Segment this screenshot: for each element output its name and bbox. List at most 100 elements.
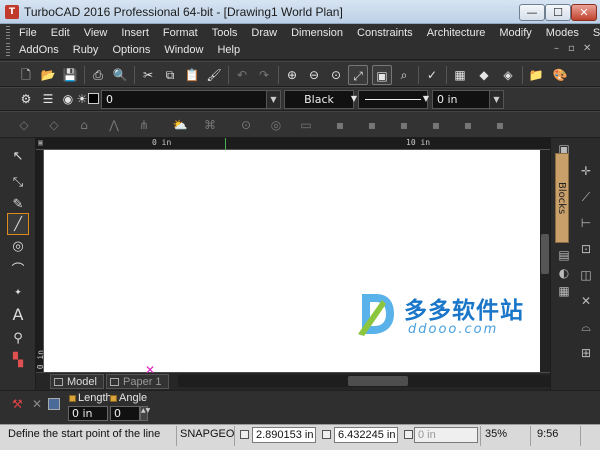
- length-input[interactable]: 0 in: [68, 406, 108, 421]
- select-arrow-icon[interactable]: ↖: [7, 146, 29, 168]
- save-icon[interactable]: 💾: [60, 65, 80, 85]
- calculator-icon[interactable]: ▦: [450, 65, 470, 85]
- mdi-close-button[interactable]: ✕: [583, 43, 591, 54]
- menu-edit[interactable]: Edit: [44, 25, 77, 41]
- maximize-button[interactable]: ☐: [545, 4, 571, 21]
- arc-icon[interactable]: ⌒: [7, 260, 29, 282]
- workplane-by-three-points-icon[interactable]: ⋀: [104, 115, 124, 135]
- blocks-panel-tab[interactable]: Blocks: [555, 153, 569, 243]
- z-coordinate-field[interactable]: 0 in: [414, 427, 478, 443]
- menu-addons[interactable]: AddOns: [12, 42, 66, 58]
- match-properties-icon[interactable]: 🖌: [204, 65, 224, 85]
- cube-iso-icon[interactable]: ▪: [490, 115, 510, 135]
- zoom-window-icon[interactable]: ⊙: [326, 65, 346, 85]
- menu-options[interactable]: Options: [105, 42, 157, 58]
- spell-check-icon[interactable]: ✓: [422, 65, 442, 85]
- cube-right-icon[interactable]: ▪: [362, 115, 382, 135]
- snap-intersection-icon[interactable]: ✕: [577, 292, 595, 310]
- crosshair-icon[interactable]: ✛: [577, 162, 595, 180]
- close-button[interactable]: ✕: [571, 4, 597, 21]
- line-tool-icon[interactable]: ⚒: [12, 397, 23, 411]
- compass-icon[interactable]: ⊙: [236, 115, 256, 135]
- geo-toggle[interactable]: GEO: [210, 428, 234, 440]
- zoom-page-icon[interactable]: ▣: [372, 65, 392, 85]
- palette-icon-c[interactable]: ▦: [555, 282, 573, 300]
- menu-file[interactable]: File: [12, 25, 44, 41]
- text-icon[interactable]: A: [7, 304, 29, 326]
- cube-front-icon[interactable]: ▭: [296, 115, 316, 135]
- menu-sdk[interactable]: SDK: [586, 25, 600, 41]
- mdi-restore-button[interactable]: ▫: [568, 43, 575, 54]
- tab-paper-1[interactable]: Paper 1: [106, 374, 169, 389]
- zoom-in-icon[interactable]: ⊕: [282, 65, 302, 85]
- layer-dropdown[interactable]: 0 ▼: [101, 90, 281, 109]
- new-file-icon[interactable]: 🗋: [16, 65, 36, 85]
- zoom-extents-icon[interactable]: ⤢: [348, 65, 368, 85]
- layer-color-swatch[interactable]: [88, 93, 99, 104]
- menu-view[interactable]: View: [77, 25, 115, 41]
- menu-ruby[interactable]: Ruby: [66, 42, 106, 58]
- menu-dimension[interactable]: Dimension: [284, 25, 350, 41]
- angle-spinner-icon[interactable]: ▲▼: [140, 406, 150, 421]
- vertical-scrollbar-thumb[interactable]: [541, 234, 549, 274]
- palette-icon-b[interactable]: ◐: [555, 264, 573, 282]
- paint-bucket-icon[interactable]: ⚲: [7, 328, 29, 350]
- thickness-dropdown[interactable]: 0 in ▼: [432, 90, 504, 109]
- menu-constraints[interactable]: Constraints: [350, 25, 420, 41]
- workplane-by-facet-icon[interactable]: ◇: [44, 115, 64, 135]
- render-icon[interactable]: ◆: [474, 65, 494, 85]
- palette-icon-a[interactable]: ▤: [555, 246, 573, 264]
- snap-grid-icon[interactable]: ⊞: [577, 344, 595, 362]
- horizontal-scrollbar-thumb[interactable]: [348, 376, 408, 386]
- print-preview-icon[interactable]: 🔍: [110, 65, 130, 85]
- undo-icon[interactable]: ↶: [232, 65, 252, 85]
- line-icon[interactable]: ╱: [7, 213, 29, 235]
- workplane-icon[interactable]: ◇: [14, 115, 34, 135]
- cube-bottom-icon[interactable]: ▪: [458, 115, 478, 135]
- gear-icon[interactable]: ⚙: [16, 89, 36, 109]
- redo-icon[interactable]: ↷: [254, 65, 274, 85]
- menu-modify[interactable]: Modify: [492, 25, 538, 41]
- snap-center-icon[interactable]: ⊡: [577, 240, 595, 258]
- snap-middle-icon[interactable]: ⊢: [577, 214, 595, 232]
- cancel-icon[interactable]: ✕: [32, 397, 42, 411]
- snap-vertex-icon[interactable]: ⟋: [577, 188, 595, 206]
- materials-icon[interactable]: ◈: [498, 65, 518, 85]
- menu-tools[interactable]: Tools: [205, 25, 245, 41]
- cut-icon[interactable]: ✂: [138, 65, 158, 85]
- app-icon[interactable]: T: [5, 5, 19, 19]
- drawing-canvas[interactable]: [44, 150, 540, 372]
- y-coordinate-field[interactable]: 6.432245 in: [334, 427, 398, 443]
- cube-top-icon[interactable]: ▪: [330, 115, 350, 135]
- menu-window[interactable]: Window: [157, 42, 210, 58]
- menu-architecture[interactable]: Architecture: [420, 25, 493, 41]
- menu-format[interactable]: Format: [156, 25, 205, 41]
- minimize-button[interactable]: —: [519, 4, 545, 21]
- menu-help[interactable]: Help: [210, 42, 247, 58]
- grip-icon[interactable]: [6, 26, 10, 40]
- menu-draw[interactable]: Draw: [244, 25, 284, 41]
- snap-quadrant-icon[interactable]: ◫: [577, 266, 595, 284]
- circle-icon[interactable]: ◎: [7, 236, 29, 258]
- zoom-out-icon[interactable]: ⊖: [304, 65, 324, 85]
- design-director-icon[interactable]: 📁: [526, 65, 546, 85]
- edit-tool-icon[interactable]: ⤡: [7, 172, 29, 194]
- paste-icon[interactable]: 📋: [182, 65, 202, 85]
- open-folder-icon[interactable]: 📂: [38, 65, 58, 85]
- cube-left-icon[interactable]: ▪: [394, 115, 414, 135]
- layers-icon[interactable]: ☰: [38, 89, 58, 109]
- workplane-by-view-icon[interactable]: ⋔: [134, 115, 154, 135]
- snap-tangent-icon[interactable]: ⌓: [577, 318, 595, 336]
- weather-sun-icon[interactable]: ⛅: [170, 115, 190, 135]
- render-preview-icon[interactable]: ◎: [266, 115, 286, 135]
- properties-icon[interactable]: [48, 398, 60, 410]
- angle-input[interactable]: 0: [110, 406, 140, 421]
- zoom-previous-icon[interactable]: ⌕: [394, 65, 414, 85]
- layers-palette-icon[interactable]: ▚: [7, 350, 29, 372]
- camera-icon[interactable]: ⌘: [200, 115, 220, 135]
- copy-icon[interactable]: ⧉: [160, 65, 180, 85]
- cube-back-icon[interactable]: ▪: [426, 115, 446, 135]
- point-icon[interactable]: ✦: [7, 282, 29, 304]
- menu-modes[interactable]: Modes: [539, 25, 586, 41]
- tab-model[interactable]: Model: [50, 374, 104, 389]
